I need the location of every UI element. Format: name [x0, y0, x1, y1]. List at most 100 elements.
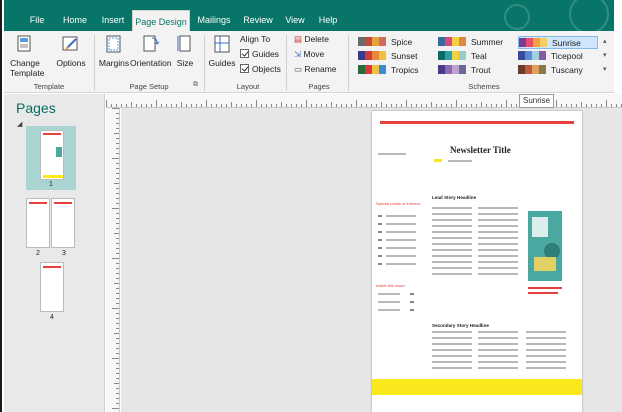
ruler-tick — [346, 104, 347, 107]
ruler-tick — [386, 104, 387, 107]
color-scheme-trout[interactable]: Trout — [438, 64, 518, 77]
collapse-arrow-icon[interactable]: ◢ — [17, 120, 22, 128]
ruler-tick — [371, 104, 372, 107]
doc-text-line — [432, 261, 472, 263]
ruler-tick — [116, 328, 119, 329]
gallery-more-icon[interactable]: ▾ — [603, 65, 607, 73]
ruler-tick — [116, 104, 117, 107]
decorative-circle-icon — [504, 4, 530, 30]
ruler-tick — [116, 338, 119, 339]
ruler-tick — [116, 188, 119, 189]
color-swatch — [365, 37, 372, 46]
ruler-tick — [116, 238, 119, 239]
tab-review[interactable]: Review — [240, 9, 276, 31]
color-swatch — [532, 51, 539, 60]
doc-text-line — [478, 213, 518, 215]
rename-page-button[interactable]: ▭ Rename — [294, 64, 337, 75]
delete-page-button[interactable]: ▤ Delete — [294, 34, 329, 45]
ruler-tick — [571, 104, 572, 107]
tab-view[interactable]: View — [281, 9, 309, 31]
doc-text-line — [410, 301, 414, 303]
gallery-scroll-up-icon[interactable]: ▴ — [603, 37, 607, 45]
color-scheme-ticepool[interactable]: Ticepool — [518, 50, 598, 63]
ruler-tick — [114, 233, 119, 234]
page-thumbnail-3[interactable] — [51, 198, 75, 248]
doc-text-line — [478, 231, 518, 233]
color-scheme-tuscany[interactable]: Tuscany — [518, 64, 598, 77]
ruler-tick — [116, 403, 119, 404]
color-swatch — [372, 65, 379, 74]
tab-insert[interactable]: Insert — [96, 9, 130, 31]
lead-story-headline: Lead Story Headline — [432, 195, 477, 200]
guides-button[interactable]: Guides — [208, 34, 236, 68]
ruler-tick — [114, 383, 119, 384]
tab-mailings[interactable]: Mailings — [194, 9, 234, 31]
objects-checkbox[interactable]: Objects — [240, 64, 281, 74]
page-thumbnail-4[interactable] — [40, 262, 64, 312]
ruler-tick — [221, 104, 222, 107]
tab-help[interactable]: Help — [314, 9, 342, 31]
color-swatch — [459, 37, 466, 46]
ruler-tick — [116, 343, 119, 344]
color-scheme-tropics[interactable]: Tropics — [358, 64, 438, 77]
tab-page-design[interactable]: Page Design — [132, 10, 190, 31]
ruler-tick — [116, 278, 119, 279]
guides-checkbox[interactable]: Guides — [240, 49, 279, 59]
ruler-tick — [191, 104, 192, 107]
ruler-tick — [171, 104, 172, 107]
doc-text-line — [432, 337, 472, 339]
doc-accent-bar — [380, 121, 574, 124]
margins-button[interactable]: Margins — [98, 34, 130, 68]
ruler-tick — [112, 358, 119, 359]
ribbon-tab-bar: File Home Insert Page Design Mailings Re… — [4, 0, 614, 34]
tab-file[interactable]: File — [22, 9, 52, 31]
ruler-tick — [116, 213, 119, 214]
color-scheme-teal[interactable]: Teal — [438, 50, 518, 63]
ruler-tick — [176, 104, 177, 107]
ruler-tick — [116, 253, 119, 254]
color-scheme-spice[interactable]: Spice — [358, 36, 438, 49]
ruler-tick — [401, 104, 402, 107]
doc-text-line — [432, 367, 472, 369]
doc-text-line — [378, 309, 400, 311]
tab-home[interactable]: Home — [58, 9, 92, 31]
move-page-button[interactable]: ⇲ Move — [294, 49, 324, 60]
doc-text-line — [478, 207, 518, 209]
page-thumbnail-1-selected[interactable]: 1 — [26, 126, 76, 190]
ruler-tick — [186, 104, 187, 107]
app-window: File Home Insert Page Design Mailings Re… — [0, 0, 622, 412]
ruler-tick — [241, 104, 242, 107]
color-scheme-sunrise[interactable]: Sunrise — [518, 36, 598, 49]
ruler-tick — [114, 133, 119, 134]
ruler-tick — [576, 104, 577, 107]
ruler-tick — [116, 393, 119, 394]
doc-text-line — [432, 237, 472, 239]
ruler-tick — [226, 104, 227, 107]
color-scheme-summer[interactable]: Summer — [438, 36, 518, 49]
ruler-tick — [116, 243, 119, 244]
color-swatch — [365, 65, 372, 74]
newsletter-page[interactable]: Newsletter Title Lead Story Headline Spe… — [372, 111, 582, 412]
ruler-tick — [116, 163, 119, 164]
orientation-button[interactable]: Orientation — [130, 34, 172, 68]
doc-text-line — [478, 249, 518, 251]
change-template-button[interactable]: Change Template — [10, 34, 45, 78]
dialog-launcher-icon[interactable]: ⧉ — [193, 81, 198, 89]
ruler-tick — [356, 100, 357, 107]
ruler-tick — [466, 104, 467, 107]
page-thumbnail-2[interactable] — [26, 198, 50, 248]
color-swatch — [379, 51, 386, 60]
options-button[interactable]: Options — [54, 34, 88, 68]
ruler-tick — [406, 100, 407, 107]
size-button[interactable]: Size — [172, 34, 198, 68]
ruler-tick — [431, 102, 432, 107]
ruler-tick — [116, 373, 119, 374]
color-scheme-sunset[interactable]: Sunset — [358, 50, 438, 63]
color-swatch — [358, 65, 365, 74]
doc-text-line — [526, 343, 566, 345]
ruler-tick — [116, 203, 119, 204]
vertical-ruler[interactable] — [106, 108, 120, 412]
ruler-tick — [116, 263, 119, 264]
gallery-scroll-down-icon[interactable]: ▾ — [603, 51, 607, 59]
decorative-circle-icon — [569, 0, 609, 34]
